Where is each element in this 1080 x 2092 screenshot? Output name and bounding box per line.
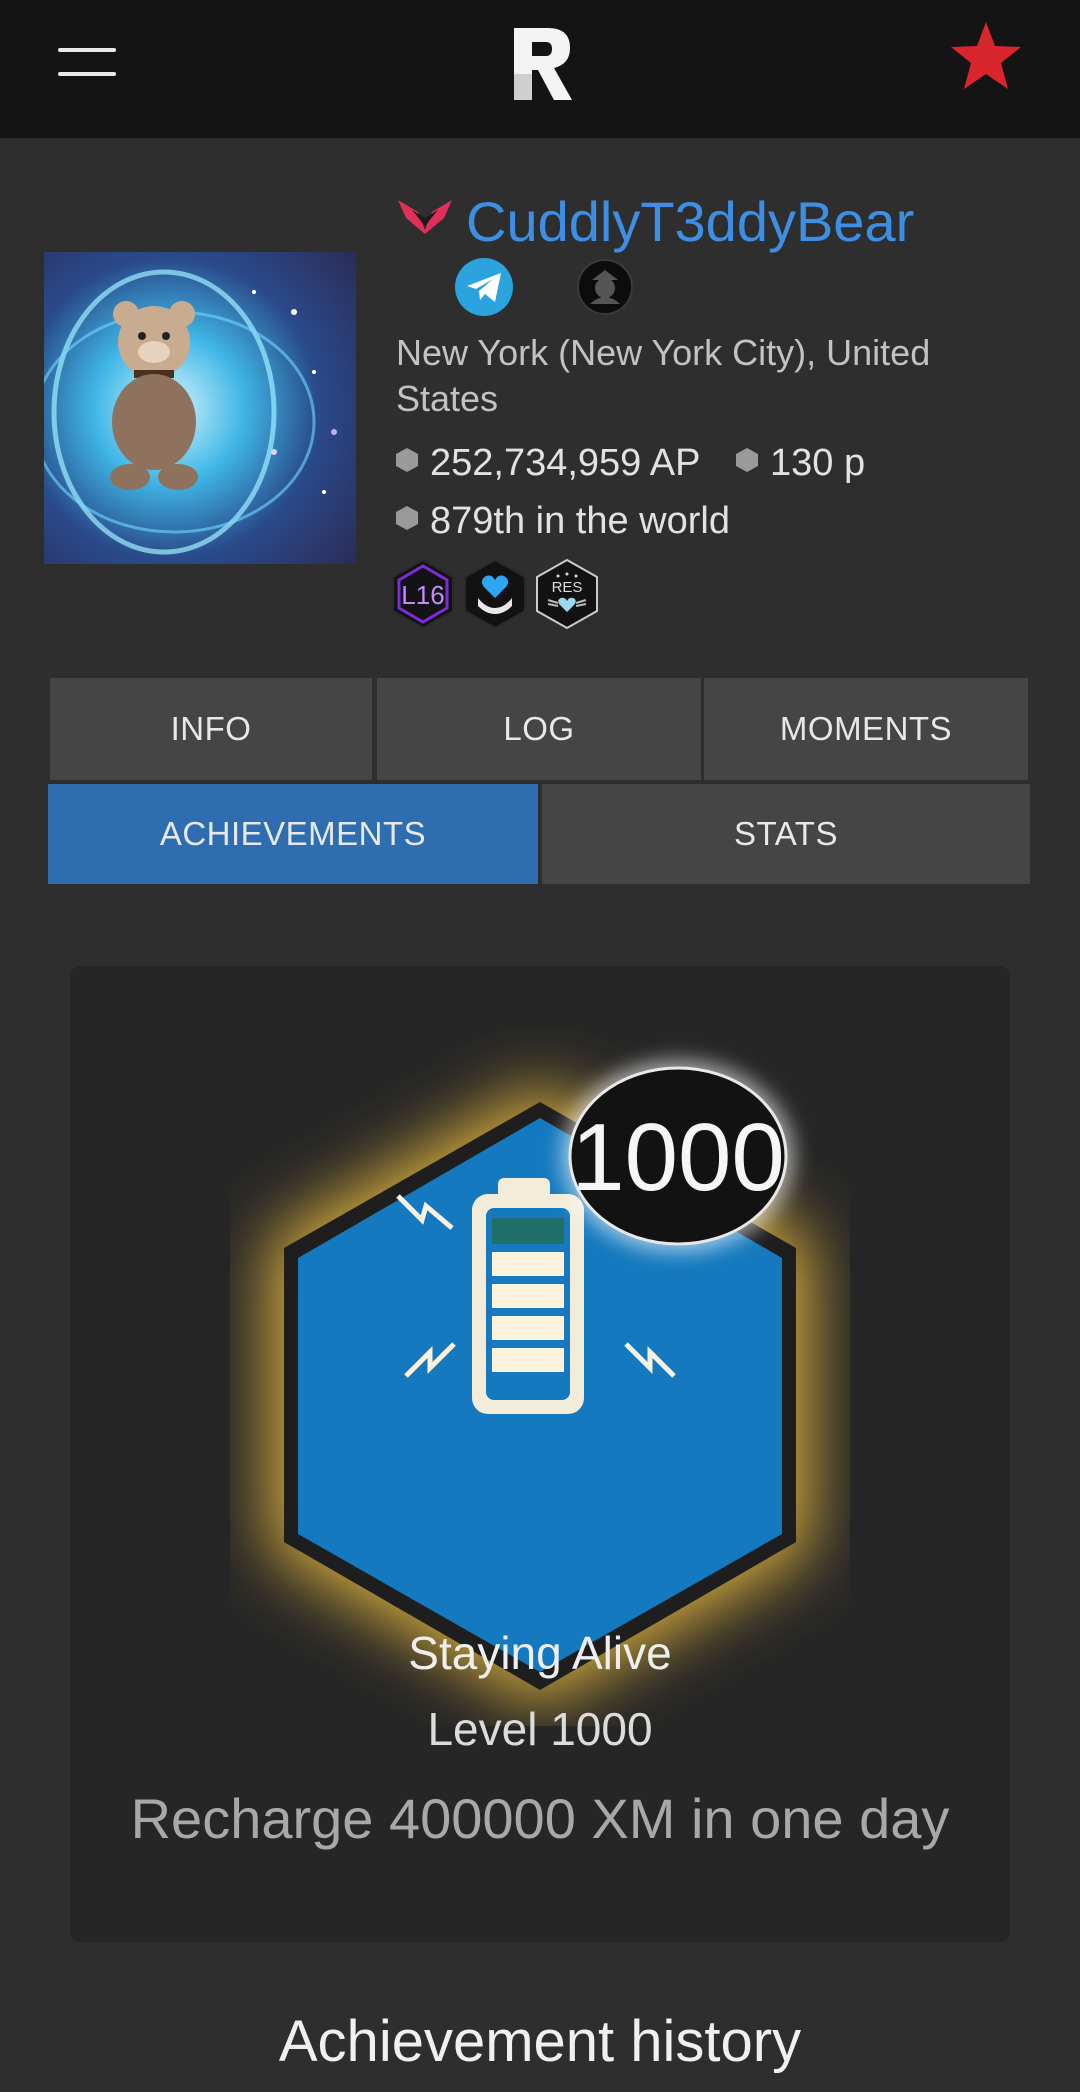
ap-stat: 252,734,959 AP — [396, 440, 700, 486]
tab-moments[interactable]: MOMENTS — [704, 678, 1028, 780]
ap-value: 252,734,959 AP — [430, 442, 701, 484]
faction-wings-icon — [398, 200, 452, 234]
tab-stats[interactable]: STATS — [542, 784, 1030, 884]
tab-info[interactable]: INFO — [50, 678, 372, 780]
hexagon-bullet-icon — [396, 448, 418, 472]
star-icon[interactable] — [948, 18, 1024, 94]
resistance-badge-icon[interactable]: RES — [534, 558, 600, 630]
avatar — [44, 252, 356, 564]
tab-achievements[interactable]: ACHIEVEMENTS — [48, 784, 538, 884]
achievement-title: Staying Alive — [408, 1627, 672, 1679]
achievement-description: Recharge 400000 XM in one day — [130, 1787, 950, 1850]
app-logo-icon[interactable] — [510, 22, 576, 102]
level-badge-label: L16 — [401, 580, 444, 610]
achievement-history-heading: Achievement history — [278, 2009, 802, 2074]
resistance-badge-label: RES — [552, 579, 583, 596]
rank-value: 879th in the world — [430, 500, 730, 542]
agent-profile-icon — [577, 259, 633, 315]
hamburger-menu-icon[interactable] — [58, 48, 118, 82]
tab-log[interactable]: LOG — [377, 678, 701, 780]
location-text: New York (New York City), United States — [396, 332, 931, 419]
rank-stat: 879th in the world — [396, 498, 730, 544]
heart-hands-badge-icon[interactable] — [462, 558, 528, 630]
achievement-level: Level 1000 — [427, 1703, 653, 1755]
achievement-count: 1000 — [571, 1104, 785, 1211]
points-value: 130 p — [770, 442, 866, 484]
top-bar — [0, 0, 1080, 138]
hexagon-bullet-icon — [736, 448, 758, 472]
hexagon-bullet-icon — [396, 506, 418, 530]
level-badge-icon[interactable]: L16 — [390, 558, 456, 630]
telegram-icon[interactable] — [455, 258, 513, 316]
points-stat: 130 p — [736, 440, 865, 486]
achievement-card: 1000 Staying Alive Level 1000 Recharge 4… — [70, 966, 1010, 1942]
username-link[interactable]: CuddlyT3ddyBear — [466, 190, 914, 254]
achievement-medal-icon: 1000 — [270, 1060, 810, 1706]
